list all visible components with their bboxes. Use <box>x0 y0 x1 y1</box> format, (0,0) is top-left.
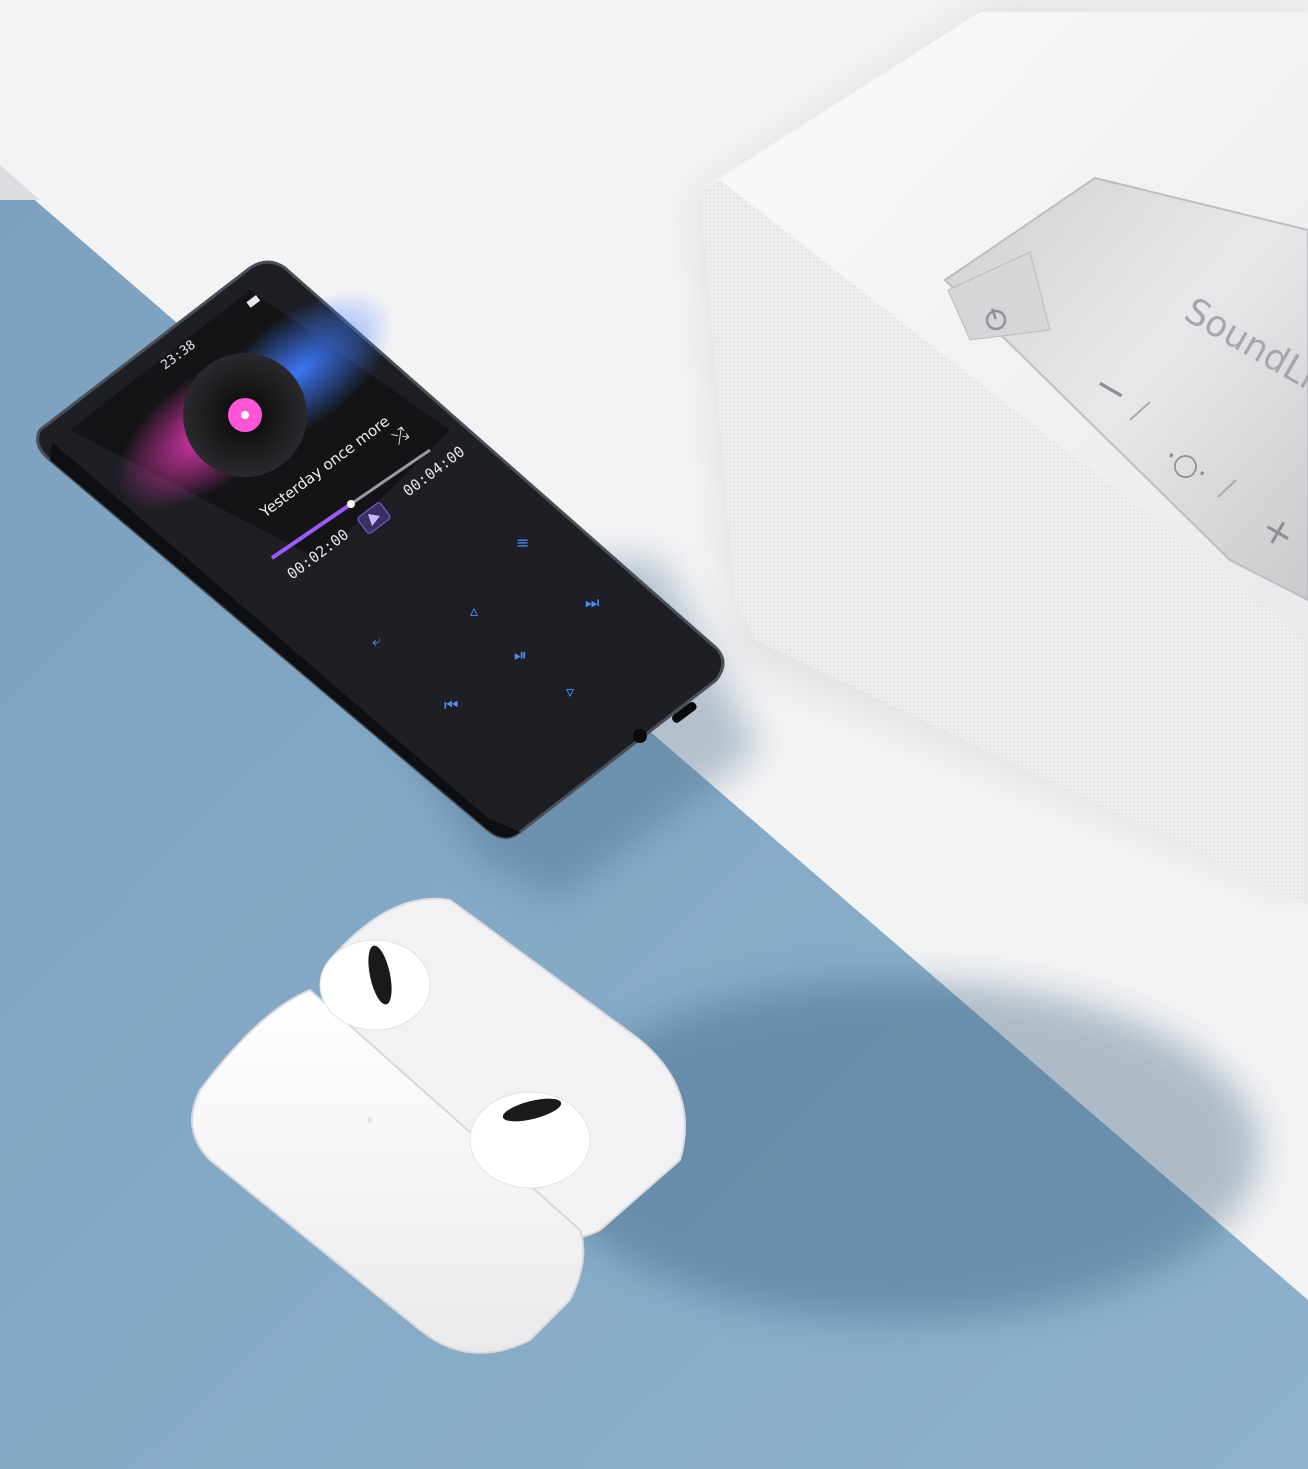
left-earbud <box>319 939 431 1031</box>
previous-track-icon[interactable]: ⏮ <box>444 695 458 714</box>
repeat-icon[interactable]: ⤶ <box>372 631 381 650</box>
product-scene: − ·○· + SoundLin 23:38 Yesterday once mo… <box>0 0 1308 1469</box>
volume-up-arrow-icon[interactable]: ▵ <box>470 601 478 620</box>
next-track-icon[interactable]: ⏭ <box>585 593 599 612</box>
status-led <box>367 1117 373 1123</box>
play-pause-icon[interactable]: ⏯ <box>514 645 527 664</box>
headphone-jack <box>633 729 647 743</box>
volume-down-arrow-icon[interactable]: ▿ <box>566 682 574 701</box>
progress-handle[interactable] <box>347 500 355 508</box>
right-earbud <box>469 1091 591 1189</box>
menu-icon[interactable]: ≡ <box>516 533 529 552</box>
album-vinyl-art <box>183 353 307 477</box>
